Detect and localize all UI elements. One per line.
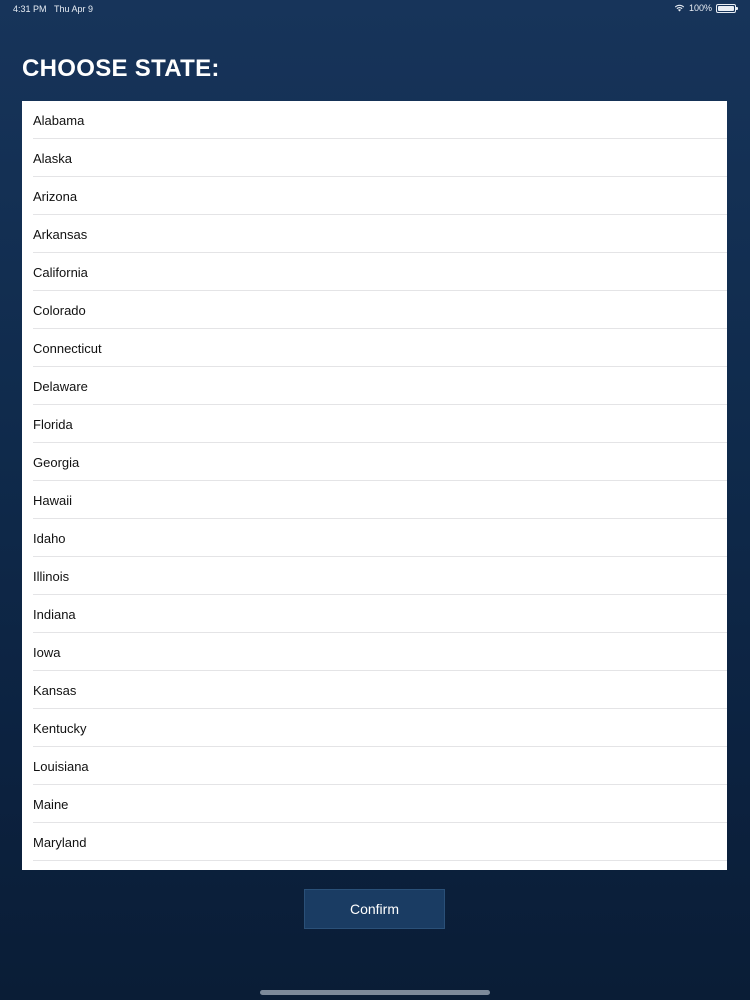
list-item-state[interactable]: Colorado: [22, 291, 727, 329]
state-label: Georgia: [33, 454, 80, 470]
state-label: Kentucky: [33, 720, 87, 736]
state-label: Kansas: [33, 682, 77, 698]
state-label: Indiana: [33, 606, 76, 622]
state-label: Delaware: [33, 378, 88, 394]
list-item-state[interactable]: Arizona: [22, 177, 727, 215]
list-item-state[interactable]: Maryland: [22, 823, 727, 861]
state-label: Connecticut: [33, 340, 102, 356]
state-label: Iowa: [33, 644, 61, 660]
state-label: California: [33, 264, 88, 280]
state-label: Maine: [33, 796, 69, 812]
state-label: Illinois: [33, 568, 70, 584]
page-title: CHOOSE STATE:: [22, 55, 220, 82]
state-label: Alabama: [33, 112, 85, 128]
list-item-state[interactable]: Florida: [22, 405, 727, 443]
state-label: Hawaii: [33, 492, 73, 508]
state-label: Florida: [33, 416, 73, 432]
state-list[interactable]: Alabama Alaska Arizona Arkansas California Co…: [22, 101, 727, 870]
status-indicators: 100%: [674, 3, 738, 13]
list-item-state[interactable]: Alaska: [22, 139, 727, 177]
status-date: Thu Apr 9: [54, 4, 94, 14]
battery-percent: 100%: [688, 3, 712, 13]
status-bar: 4:31 PM Thu Apr 9 100%: [0, 0, 750, 18]
list-item-state[interactable]: Alabama: [22, 101, 727, 139]
list-item-state[interactable]: Illinois: [22, 557, 727, 595]
wifi-icon: [674, 4, 685, 12]
list-item-state[interactable]: Delaware: [22, 367, 727, 405]
state-label: Arizona: [33, 188, 78, 204]
list-item-state[interactable]: Idaho: [22, 519, 727, 557]
state-label: Idaho: [33, 530, 66, 546]
state-label: Colorado: [33, 302, 86, 318]
state-label: Alaska: [33, 150, 73, 166]
list-item-state[interactable]: Kentucky: [22, 709, 727, 747]
battery-icon: [716, 3, 738, 13]
list-item-state[interactable]: Indiana: [22, 595, 727, 633]
status-time: 4:31 PM: [13, 4, 47, 14]
list-item-state[interactable]: Arkansas: [22, 215, 727, 253]
list-item-state[interactable]: Hawaii: [22, 481, 727, 519]
list-item-state[interactable]: California: [22, 253, 727, 291]
state-label: Arkansas: [33, 226, 88, 242]
list-item-state[interactable]: Maine: [22, 785, 727, 823]
home-indicator[interactable]: [260, 990, 490, 995]
list-item-state[interactable]: Kansas: [22, 671, 727, 709]
state-label: Maryland: [33, 834, 87, 850]
confirm-button[interactable]: Confirm: [304, 889, 445, 929]
state-label: Louisiana: [33, 758, 89, 774]
list-item-state[interactable]: Connecticut: [22, 329, 727, 367]
list-item-state[interactable]: Iowa: [22, 633, 727, 671]
list-item-state[interactable]: Georgia: [22, 443, 727, 481]
list-item-state[interactable]: Louisiana: [22, 747, 727, 785]
